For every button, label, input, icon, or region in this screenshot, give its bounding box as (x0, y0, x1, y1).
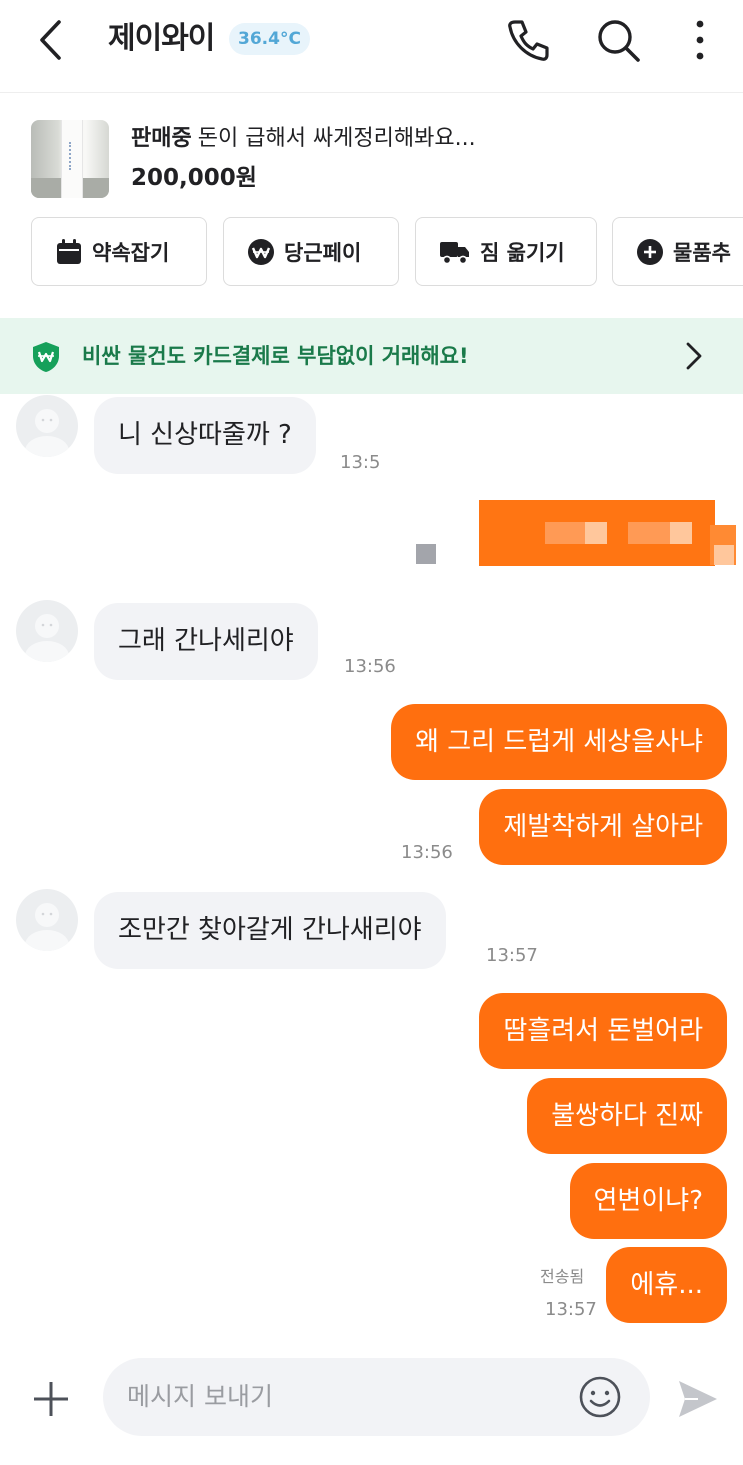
incoming-message[interactable]: 그래 간나세리야 (94, 603, 318, 680)
message-input-placeholder: 메시지 보내기 (127, 1382, 273, 1411)
banner-text: 비싼 물건도 카드결제로 부담없이 거래해요! (82, 344, 469, 368)
partner-avatar[interactable] (16, 600, 78, 662)
product-status: 판매중 (131, 126, 192, 151)
outgoing-message[interactable]: 제발착하게 살아라 (479, 789, 727, 865)
message-time: 13:57 (545, 1299, 597, 1320)
partner-avatar[interactable] (16, 889, 78, 951)
chat-header: 제이와이 36.4°C (0, 0, 743, 82)
message-time: 13:5 (340, 452, 381, 473)
incoming-message[interactable]: 조만간 찾아갈게 간나새리야 (94, 892, 446, 969)
product-name: 돈이 급해서 싸게정리해봐요... (197, 126, 476, 151)
pay-label: 당근페이 (284, 240, 362, 265)
chevron-left-icon[interactable] (32, 18, 72, 62)
message-time: 13:56 (401, 842, 453, 863)
calendar-icon (57, 238, 81, 264)
partner-avatar[interactable] (16, 395, 78, 457)
redacted-pixel (628, 522, 670, 544)
incoming-message[interactable]: 니 신상따줄까 ? (94, 397, 316, 474)
redacted-pixel (670, 522, 692, 544)
redacted-pixel (545, 522, 585, 544)
moving-label: 짐 옮기기 (480, 240, 565, 265)
product-price: 200,000원 (131, 165, 257, 191)
add-item-label: 물품추 (673, 240, 731, 265)
pay-won-icon (248, 238, 274, 265)
schedule-label: 약속잡기 (92, 240, 170, 265)
truck-icon (440, 241, 469, 264)
product-summary[interactable]: 판매중 돈이 급해서 싸게정리해봐요... (131, 124, 476, 154)
moving-button[interactable]: 짐 옮기기 (415, 217, 597, 286)
search-icon[interactable] (594, 16, 642, 64)
more-vertical-icon[interactable] (680, 16, 728, 64)
outgoing-message[interactable]: 땀흘려서 돈벌어라 (479, 993, 727, 1069)
message-input[interactable]: 메시지 보내기 (103, 1358, 650, 1436)
outgoing-message[interactable]: 에휴... (606, 1247, 727, 1323)
message-time: 13:57 (486, 945, 538, 966)
card-payment-banner[interactable]: 비싼 물건도 카드결제로 부담없이 거래해요! (0, 318, 743, 394)
redacted-pixel (585, 522, 607, 544)
schedule-button[interactable]: 약속잡기 (31, 217, 207, 286)
header-divider (0, 92, 743, 93)
chevron-right-icon (686, 342, 702, 370)
outgoing-message[interactable]: 왜 그리 드럽게 세상을사냐 (391, 704, 727, 780)
product-thumbnail[interactable] (31, 120, 109, 198)
outgoing-message[interactable]: 불쌍하다 진짜 (527, 1078, 727, 1154)
chat-partner-name[interactable]: 제이와이 (108, 18, 215, 60)
redacted-status (416, 544, 436, 564)
add-item-button[interactable]: 물품추 (612, 217, 743, 286)
outgoing-message[interactable]: 연변이냐? (569, 1163, 727, 1239)
plus-icon[interactable] (28, 1376, 74, 1422)
phone-icon[interactable] (505, 16, 553, 64)
emoji-icon[interactable] (577, 1374, 623, 1420)
plus-circle-icon (637, 238, 663, 265)
sent-status: 전송됨 (540, 1267, 585, 1286)
manner-temperature-badge[interactable]: 36.4°C (229, 23, 310, 55)
message-time: 13:56 (344, 656, 396, 677)
pay-button[interactable]: 당근페이 (223, 217, 399, 286)
shield-won-icon (33, 342, 59, 372)
action-chips: 약속잡기 당근페이 짐 옮기기 물품추 (31, 217, 743, 287)
send-icon[interactable] (676, 1378, 720, 1420)
redacted-pixel (714, 545, 734, 565)
chat-screen: 제이와이 36.4°C 판매중 돈이 급해서 싸게정리해봐요... 200,000… (0, 0, 743, 1465)
